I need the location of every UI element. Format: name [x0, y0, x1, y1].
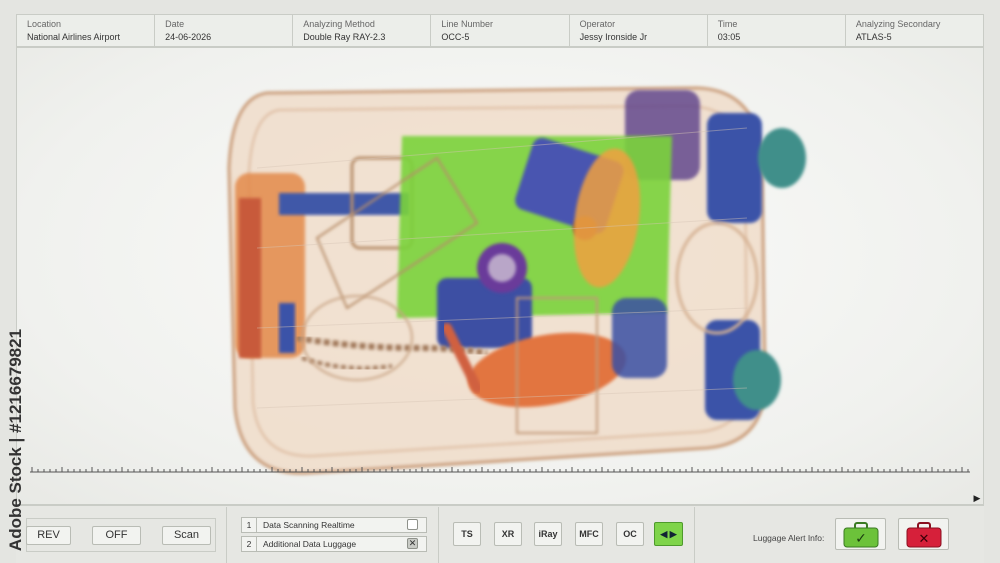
header-cell-time: Time 03:05 — [708, 15, 846, 46]
header-label: Analyzing Method — [303, 19, 375, 29]
red-suitcase-cross-icon: ✕ — [906, 522, 941, 548]
header-cell-line-number: Line Number OCC-5 — [431, 15, 570, 46]
green-suitcase-check-icon: ✓ — [843, 522, 878, 548]
cross-icon: ✕ — [918, 532, 929, 547]
header-cell-secondary: Analyzing Secondary ATLAS-5 — [846, 15, 983, 46]
header-value: 24-06-2026 — [165, 32, 212, 42]
header-cell-date: Date 24-06-2026 — [155, 15, 294, 46]
off-button[interactable]: OFF — [92, 526, 141, 545]
header-label: Analyzing Secondary — [855, 19, 941, 29]
divider — [694, 507, 695, 563]
header-label: Location — [27, 19, 62, 29]
header-label: Time — [717, 19, 738, 29]
xray-luggage-image — [227, 86, 806, 475]
option-row-realtime[interactable]: 1 Data Scanning Realtime — [241, 517, 427, 533]
rev-button[interactable]: REV — [26, 526, 71, 545]
scan-info-header: Location National Airlines Airport Date … — [16, 14, 984, 47]
accept-luggage-button[interactable]: ✓ — [835, 518, 886, 550]
mode-ts-button[interactable]: TS — [453, 522, 481, 546]
check-icon: ✓ — [855, 531, 867, 547]
mode-mfc-button[interactable]: MFC — [575, 522, 603, 546]
position-ruler — [30, 467, 970, 473]
option-number: 1 — [242, 518, 257, 532]
xray-viewport[interactable] — [16, 47, 984, 505]
header-value: 03:05 — [717, 32, 741, 42]
scan-button[interactable]: Scan — [162, 526, 211, 545]
scroll-right-arrow[interactable]: ▶ — [972, 493, 982, 503]
header-label: Operator — [579, 19, 616, 29]
toggle-direction-button[interactable]: ◀ ▶ — [654, 522, 683, 546]
option-number: 2 — [242, 537, 257, 551]
divider — [438, 507, 439, 563]
mode-oc-button[interactable]: OC — [616, 522, 644, 546]
header-value: OCC-5 — [441, 32, 470, 42]
header-cell-method: Analyzing Method Double Ray RAY-2.3 — [293, 15, 432, 46]
header-value: ATLAS-5 — [855, 32, 892, 42]
stock-watermark: Adobe Stock | #1216679821 — [6, 320, 26, 560]
realtime-checkbox[interactable] — [407, 519, 418, 530]
watermark-text: Adobe Stock | #1216679821 — [6, 328, 25, 552]
header-value: Jessy Ironside Jr — [579, 32, 648, 42]
header-value: Double Ray RAY-2.3 — [303, 32, 386, 42]
header-cell-location: Location National Airlines Airport — [17, 15, 156, 46]
divider — [226, 507, 227, 563]
reject-luggage-button[interactable]: ✕ — [898, 518, 949, 550]
mode-iray-button[interactable]: iRay — [534, 522, 562, 546]
additional-data-checkbox[interactable]: ✕ — [407, 538, 418, 549]
header-cell-operator: Operator Jessy Ironside Jr — [570, 15, 708, 46]
mode-xr-button[interactable]: XR — [494, 522, 522, 546]
header-label: Date — [165, 19, 185, 29]
option-label: Additional Data Luggage — [263, 539, 357, 549]
luggage-alert-label: Luggage Alert Info: — [753, 533, 825, 543]
option-row-additional[interactable]: 2 Additional Data Luggage ✕ — [241, 536, 427, 552]
option-label: Data Scanning Realtime — [263, 520, 355, 530]
header-value: National Airlines Airport — [27, 32, 121, 42]
header-label: Line Number — [441, 19, 493, 29]
